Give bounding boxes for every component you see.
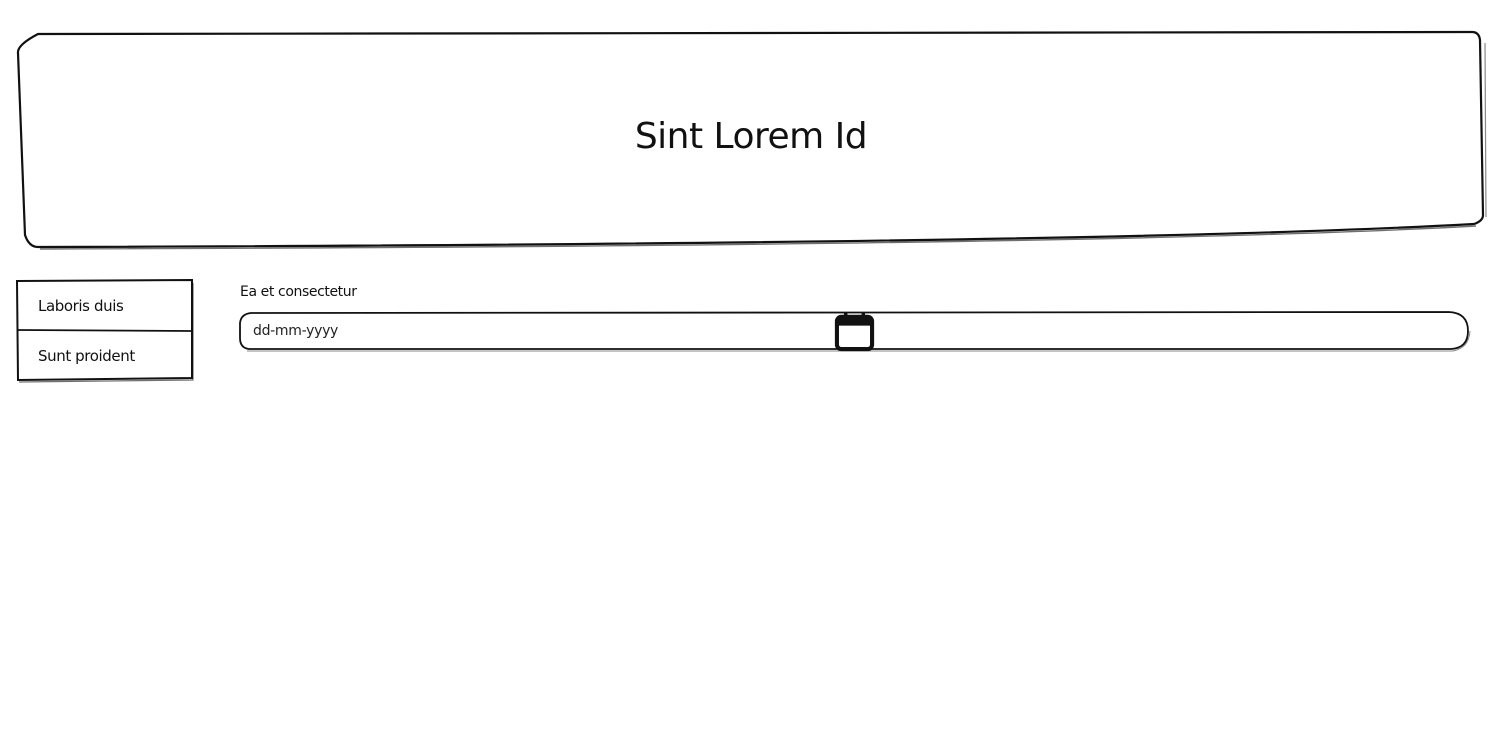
- date-input[interactable]: dd-mm-yyyy: [239, 311, 1471, 352]
- calendar-icon[interactable]: [239, 311, 1470, 352]
- sidebar-item-label: Sunt proident: [38, 347, 135, 365]
- sidebar-item-laboris-duis[interactable]: Laboris duis: [18, 282, 191, 330]
- page: Sint Lorem Id Laboris duis Sunt proident…: [0, 0, 1500, 752]
- sidebar-item-label: Laboris duis: [38, 297, 124, 315]
- header-banner: Sint Lorem Id: [16, 30, 1487, 250]
- date-field-label: Ea et consectetur: [240, 284, 357, 300]
- sidebar-item-sunt-proident[interactable]: Sunt proident: [18, 332, 191, 380]
- sidebar-menu: Laboris duis Sunt proident: [15, 278, 194, 383]
- page-title: Sint Lorem Id: [634, 116, 868, 157]
